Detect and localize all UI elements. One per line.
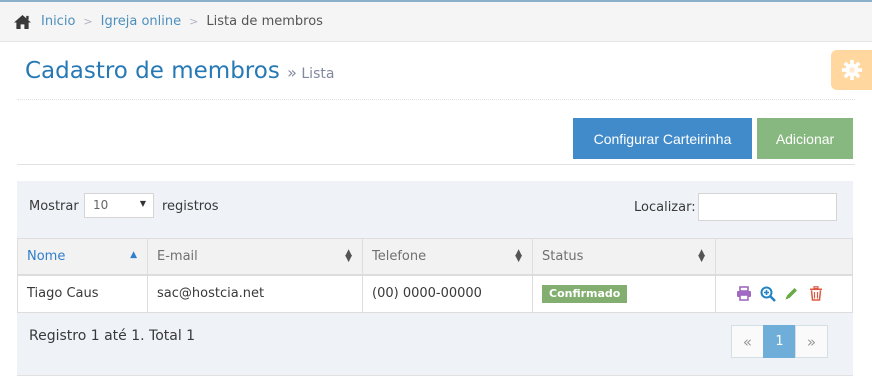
row-actions [725,285,843,302]
column-label: Telefone [372,248,427,264]
cell-actions [715,274,853,313]
members-table-panel: Mostrar 10 ▼ registros Localizar: Nome ▲… [17,181,853,376]
breadcrumb-separator-icon: > [83,15,93,28]
page-subtitle: » Lista [287,63,335,82]
sort-asc-icon: ▲ [130,250,137,260]
page-size-value: 10 [93,198,109,212]
trash-icon[interactable] [807,285,824,302]
page-header: Cadastro de membros » Lista [17,42,855,100]
column-label: Nome [27,248,66,264]
column-header-email[interactable]: E-mail ▲ ▼ [147,238,363,276]
breadcrumb-current: Lista de membros [206,14,323,29]
records-label: registros [162,199,219,214]
page-subtitle-text: Lista [301,66,335,82]
members-table: Nome ▲ E-mail ▲ ▼ Telefone ▲ ▼ Status ▲ ▼ [17,238,853,313]
configure-card-button[interactable]: Configurar Carteirinha [573,118,752,159]
page-title-text: Cadastro de membros [25,58,280,84]
cell-status: Confirmado [532,274,716,313]
zoom-icon[interactable] [759,285,776,302]
search-label: Localizar: [634,200,696,215]
column-label: Status [542,248,584,264]
column-header-status[interactable]: Status ▲ ▼ [532,238,716,276]
page-title: Cadastro de membros » Lista [25,58,334,84]
breadcrumb-separator-icon: > [189,15,199,28]
divider [17,164,855,165]
table-header-row: Nome ▲ E-mail ▲ ▼ Telefone ▲ ▼ Status ▲ ▼ [17,238,853,276]
pagination-page-1[interactable]: 1 [763,325,796,358]
column-header-telefone[interactable]: Telefone ▲ ▼ [362,238,533,276]
breadcrumb-link-inicio[interactable]: Inicio [41,14,75,29]
pencil-icon[interactable] [783,285,800,302]
cell-email: sac@hostcia.net [147,274,363,313]
pagination: « 1 » [731,325,828,358]
pagination-prev[interactable]: « [731,325,764,358]
sort-icon: ▲ ▼ [698,248,705,264]
cell-telefone: (00) 0000-00000 [362,274,533,313]
print-icon[interactable] [735,285,752,302]
status-badge: Confirmado [542,284,628,303]
breadcrumb: Inicio > Igreja online > Lista de membro… [0,2,872,42]
cog-icon [841,59,862,81]
column-header-actions [715,238,853,276]
sort-icon: ▲ ▼ [515,248,522,264]
column-header-nome[interactable]: Nome ▲ [17,238,148,276]
breadcrumb-link-igreja-online[interactable]: Igreja online [101,14,182,29]
page-size-select[interactable]: 10 ▼ [84,193,154,218]
table-toolbar: Mostrar 10 ▼ registros Localizar: [17,181,853,238]
cell-nome: Tiago Caus [17,274,148,313]
caret-down-icon: ▼ [139,199,146,208]
add-member-button[interactable]: Adicionar [757,118,853,159]
table-info: Registro 1 até 1. Total 1 [29,328,196,344]
show-label: Mostrar [29,199,79,214]
settings-button[interactable] [831,50,872,90]
subtitle-separator: » [287,63,297,82]
pagination-next[interactable]: » [795,325,828,358]
search-input[interactable] [698,193,837,221]
table-row: Tiago Caus sac@hostcia.net (00) 0000-000… [17,274,853,313]
column-label: E-mail [157,248,198,264]
sort-icon: ▲ ▼ [345,248,352,264]
home-icon[interactable] [13,14,32,30]
